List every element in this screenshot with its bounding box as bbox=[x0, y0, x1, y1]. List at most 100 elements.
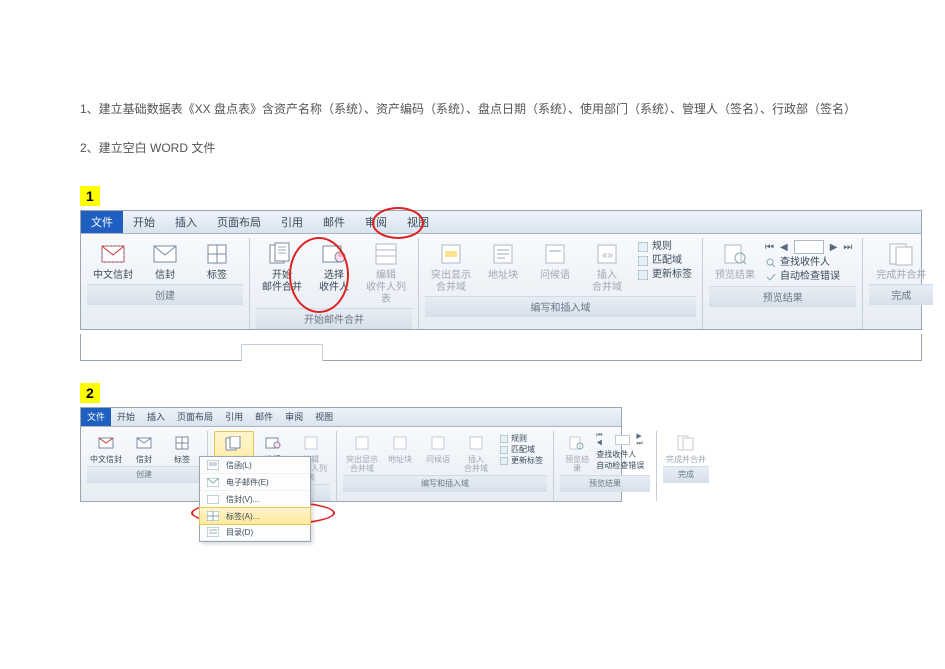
tab-file[interactable]: 文件 bbox=[81, 211, 123, 233]
btn-edit-recipients-label: 编辑 收件人列表 bbox=[362, 270, 410, 306]
mini-update[interactable]: 更新标签 bbox=[637, 268, 692, 282]
update-icon bbox=[637, 269, 649, 281]
group-create-title: 创建 bbox=[87, 284, 243, 305]
btn-start-merge[interactable]: 开始 邮件合并 bbox=[256, 238, 308, 296]
btn-start-merge-label: 开始 邮件合并 bbox=[262, 270, 302, 294]
tab-layout-2[interactable]: 页面布局 bbox=[171, 408, 219, 426]
tab-file-2[interactable]: 文件 bbox=[81, 408, 111, 426]
btn-envelope-2[interactable]: 信封 bbox=[125, 431, 163, 466]
find-icon bbox=[765, 257, 777, 269]
tab-layout[interactable]: 页面布局 bbox=[207, 211, 271, 233]
btn-highlight-2[interactable]: 突出显示 合并域 bbox=[343, 431, 381, 475]
email-icon bbox=[206, 476, 220, 488]
tab-review[interactable]: 审阅 bbox=[355, 211, 397, 233]
btn-insert-field-label: 插入 合并域 bbox=[592, 270, 622, 294]
start-merge-dropdown: 信函(L) 电子邮件(E) 信封(V)... 标签(A)... 目录(D) bbox=[199, 456, 311, 542]
record-nav-2[interactable]: ⏮ ◀ ▶ ⏭ bbox=[596, 432, 648, 448]
instruction-1: 1、建立基础数据表《XX 盘点表》含资产名称（系统）、资产编码（系统）、盘点日期… bbox=[80, 100, 865, 119]
tab-view-2[interactable]: 视图 bbox=[309, 408, 339, 426]
tab-references[interactable]: 引用 bbox=[271, 211, 313, 233]
group-write-insert-title: 编写和插入域 bbox=[425, 296, 696, 317]
btn-highlight-label: 突出显示 合并域 bbox=[431, 270, 471, 294]
mini-find-recipient[interactable]: 查找收件人 bbox=[765, 256, 852, 270]
btn-edit-recipients[interactable]: 编辑 收件人列表 bbox=[360, 238, 412, 308]
btn-envelope[interactable]: 信封 bbox=[139, 238, 191, 284]
tab-references-2[interactable]: 引用 bbox=[219, 408, 249, 426]
btn-address-block[interactable]: 地址块 bbox=[477, 238, 529, 284]
envelope-red-icon bbox=[99, 240, 127, 268]
labels-dd-icon bbox=[206, 510, 220, 522]
btn-preview[interactable]: 预览结果 bbox=[709, 238, 761, 284]
mini-find-2[interactable]: 查找收件人 bbox=[596, 449, 648, 460]
envelope-icon bbox=[151, 240, 179, 268]
ribbon-screenshot-2: 文件 开始 插入 页面布局 引用 邮件 审阅 视图 中文信封 信封 标签 创建 … bbox=[80, 407, 622, 502]
preview-icon bbox=[721, 240, 749, 268]
tab-review-2[interactable]: 审阅 bbox=[279, 408, 309, 426]
mini-match[interactable]: 匹配域 bbox=[637, 254, 692, 268]
tab-mailings-2[interactable]: 邮件 bbox=[249, 408, 279, 426]
btn-finish-merge[interactable]: 完成并合并 bbox=[869, 238, 933, 284]
mini-check-2[interactable]: 自动检查错误 bbox=[596, 460, 648, 471]
dd-directory[interactable]: 目录(D) bbox=[200, 524, 310, 541]
btn-cn-envelope-2[interactable]: 中文信封 bbox=[87, 431, 125, 466]
tab-home-2[interactable]: 开始 bbox=[111, 408, 141, 426]
ribbon-screenshot-1: 文件 开始 插入 页面布局 引用 邮件 审阅 视图 中文信封 bbox=[80, 210, 922, 330]
btn-greeting[interactable]: 问候语 bbox=[529, 238, 581, 284]
btn-insert-merge-field[interactable]: «» 插入 合并域 bbox=[581, 238, 633, 296]
step-badge-2: 2 bbox=[80, 383, 100, 403]
label-icon bbox=[203, 240, 231, 268]
next-record-icon[interactable]: ▶ bbox=[830, 242, 838, 253]
btn-preview-2[interactable]: 预览结果 bbox=[560, 431, 594, 475]
instruction-2: 2、建立空白 WORD 文件 bbox=[80, 139, 865, 158]
write-insert-mini: 规则 匹配域 更新标签 bbox=[633, 238, 696, 284]
dd-email[interactable]: 电子邮件(E) bbox=[200, 474, 310, 491]
group-start-merge: 开始 邮件合并 选择 收件人 编辑 收件人列表 bbox=[250, 238, 419, 329]
first-record-icon[interactable]: ⏮ bbox=[765, 242, 774, 253]
mini-match-2[interactable]: 匹配域 bbox=[499, 444, 543, 455]
step-badge-1: 1 bbox=[80, 186, 100, 206]
record-nav[interactable]: ⏮ ◀ ▶ ⏭ bbox=[765, 240, 852, 254]
address-block-icon bbox=[489, 240, 517, 268]
btn-address-2[interactable]: 地址块 bbox=[381, 431, 419, 466]
svg-text:«»: «» bbox=[602, 250, 614, 261]
group-start-merge-title: 开始邮件合并 bbox=[256, 308, 412, 329]
btn-insert-field-2[interactable]: 插入 合并域 bbox=[457, 431, 495, 475]
mini-update-2[interactable]: 更新标签 bbox=[499, 455, 543, 466]
btn-select-recipients-label: 选择 收件人 bbox=[319, 270, 349, 294]
edit-recipients-icon bbox=[372, 240, 400, 268]
start-merge-icon bbox=[268, 240, 296, 268]
directory-icon bbox=[206, 526, 220, 538]
btn-highlight-merge[interactable]: 突出显示 合并域 bbox=[425, 238, 477, 296]
btn-preview-label: 预览结果 bbox=[715, 270, 755, 282]
match-icon bbox=[637, 255, 649, 267]
btn-label[interactable]: 标签 bbox=[191, 238, 243, 284]
group-finish-title: 完成 bbox=[869, 284, 933, 305]
btn-finish-label: 完成并合并 bbox=[876, 270, 926, 282]
record-number-field[interactable] bbox=[794, 240, 824, 254]
tab-view[interactable]: 视图 bbox=[397, 211, 439, 233]
tab-mailings[interactable]: 邮件 bbox=[313, 211, 355, 233]
envelopes-icon bbox=[206, 493, 220, 505]
greeting-icon bbox=[541, 240, 569, 268]
tab-insert[interactable]: 插入 bbox=[165, 211, 207, 233]
insert-field-icon: «» bbox=[593, 240, 621, 268]
btn-select-recipients[interactable]: 选择 收件人 bbox=[308, 238, 360, 296]
mini-rules[interactable]: 规则 bbox=[637, 240, 692, 254]
dd-envelopes[interactable]: 信封(V)... bbox=[200, 491, 310, 508]
dd-labels[interactable]: 标签(A)... bbox=[199, 507, 311, 525]
btn-finish-2[interactable]: 完成并合并 bbox=[663, 431, 709, 466]
tab-insert-2[interactable]: 插入 bbox=[141, 408, 171, 426]
btn-cn-envelope[interactable]: 中文信封 bbox=[87, 238, 139, 284]
dd-letters[interactable]: 信函(L) bbox=[200, 457, 310, 474]
finish-merge-icon bbox=[887, 240, 915, 268]
btn-greeting-2[interactable]: 问候语 bbox=[419, 431, 457, 466]
mini-rules-2[interactable]: 规则 bbox=[499, 433, 543, 444]
btn-cn-envelope-label: 中文信封 bbox=[93, 270, 133, 282]
tab-home[interactable]: 开始 bbox=[123, 211, 165, 233]
btn-label-2[interactable]: 标签 bbox=[163, 431, 201, 466]
ribbon-tabs: 文件 开始 插入 页面布局 引用 邮件 审阅 视图 bbox=[81, 211, 921, 234]
last-record-icon[interactable]: ⏭ bbox=[843, 242, 852, 253]
prev-record-icon[interactable]: ◀ bbox=[780, 242, 788, 253]
mini-auto-check[interactable]: 自动检查错误 bbox=[765, 270, 852, 284]
group-preview: 预览结果 ⏮ ◀ ▶ ⏭ 查找收件人 bbox=[703, 238, 863, 329]
